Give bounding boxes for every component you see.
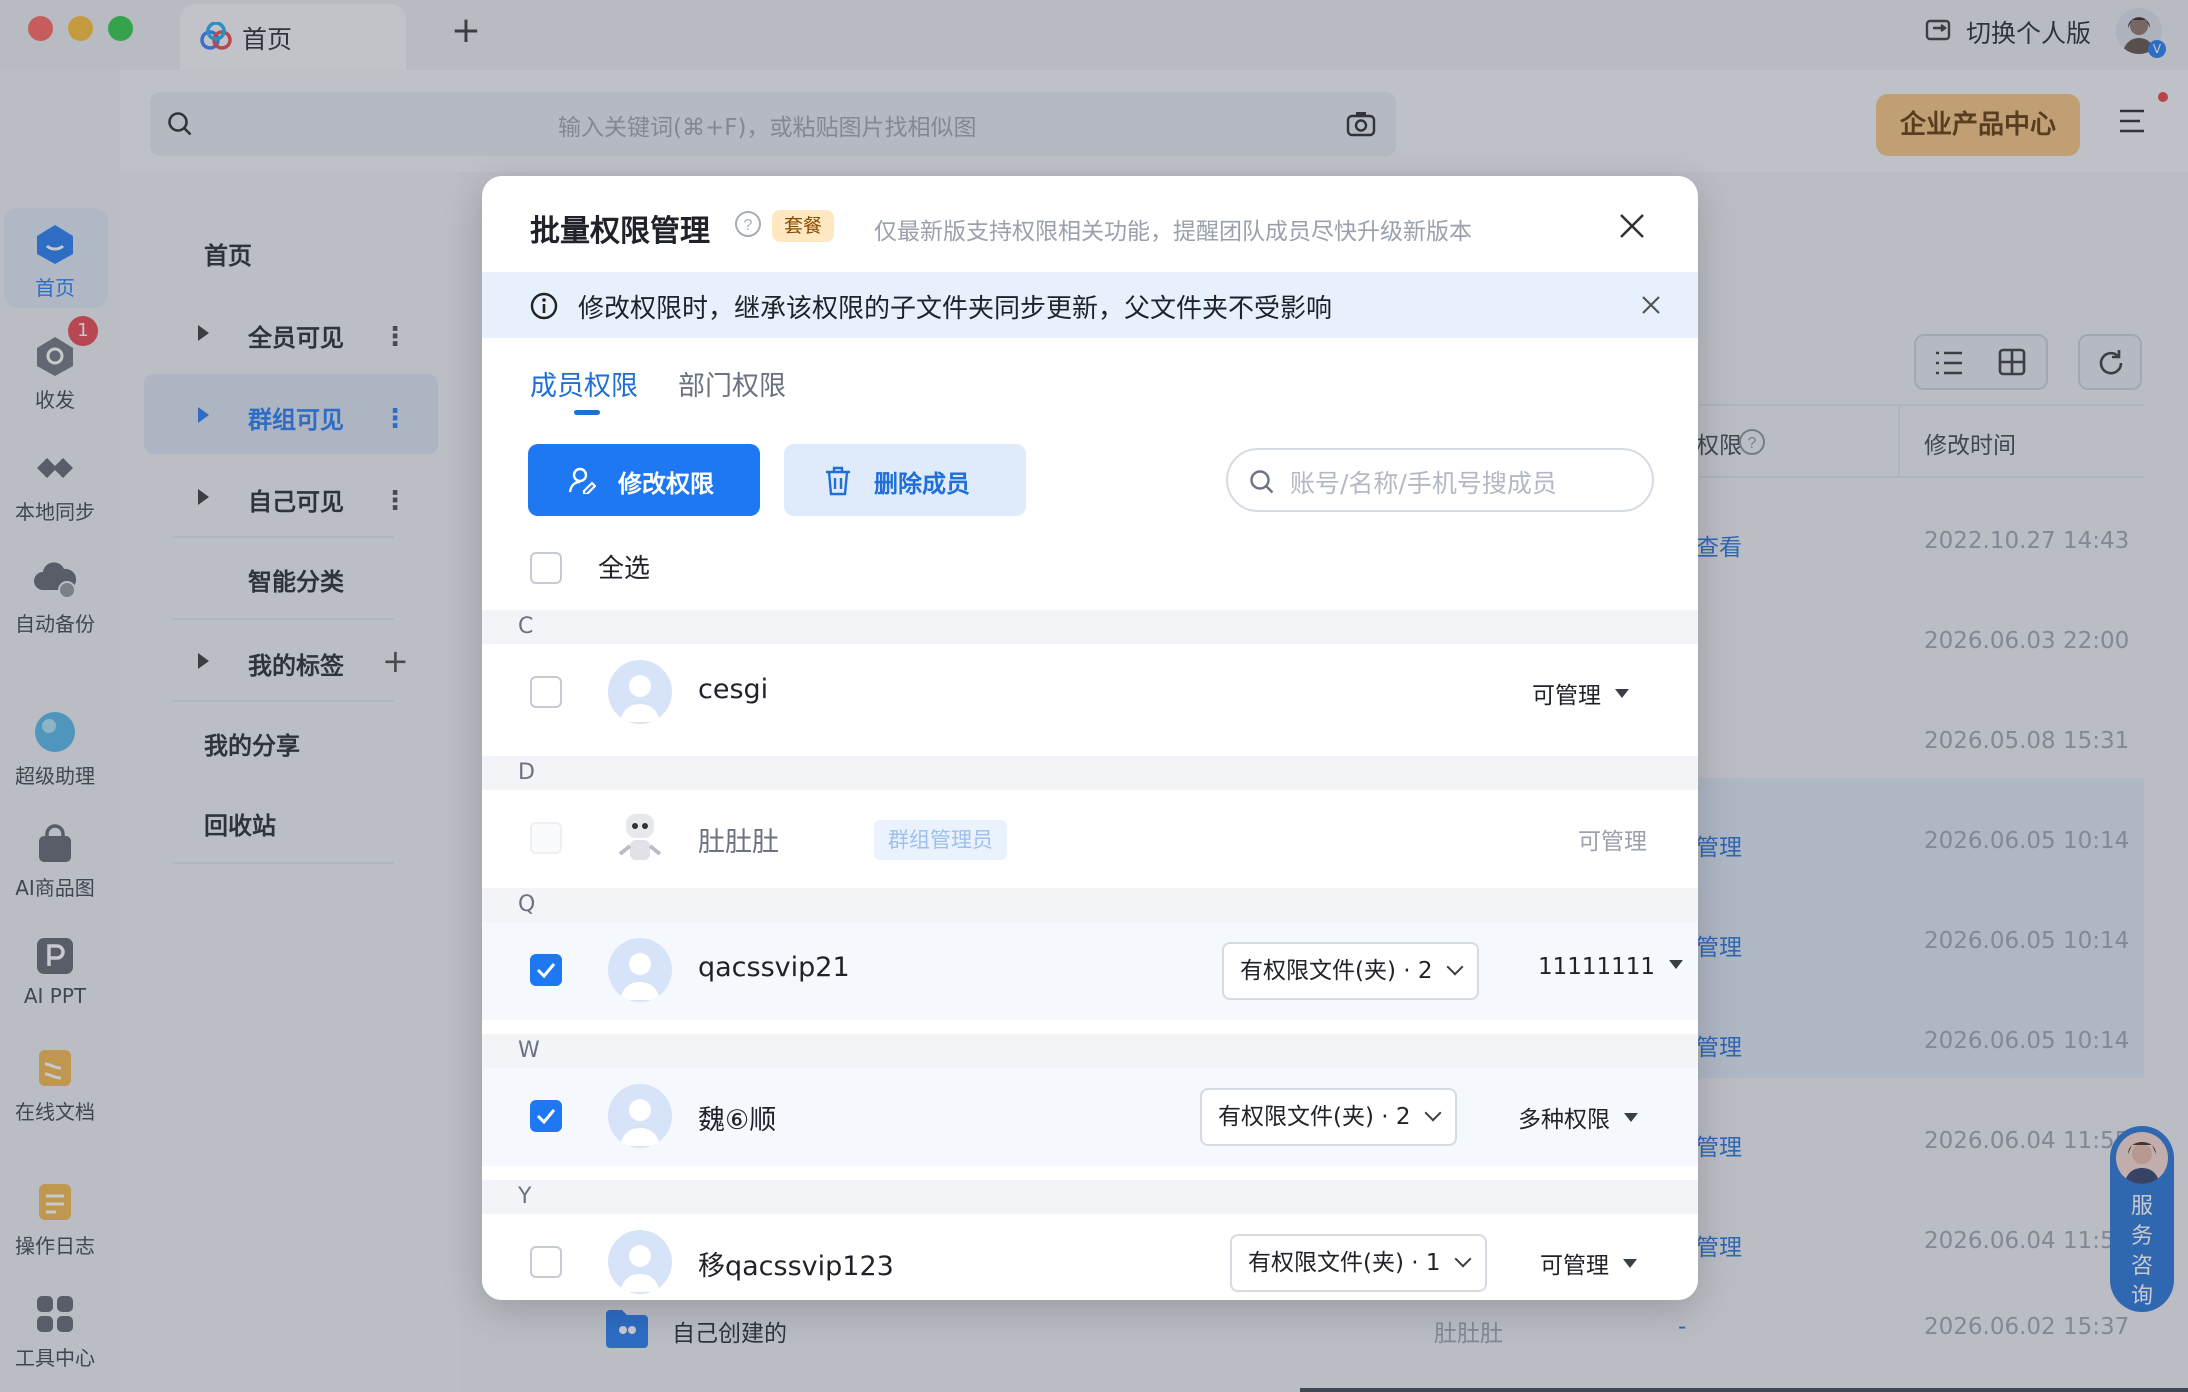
caret-down-icon xyxy=(1623,1259,1637,1268)
folder-permission-value: 有权限文件(夹) · 2 xyxy=(1218,1104,1411,1130)
member-row: 肚肚肚 群组管理员 可管理 xyxy=(482,790,1698,888)
role-badge: 群组管理员 xyxy=(874,820,1007,860)
search-icon xyxy=(1250,470,1274,494)
svg-text:?: ? xyxy=(744,217,753,234)
avatar xyxy=(608,660,672,724)
user-edit-icon xyxy=(568,467,596,494)
delete-member-label: 删除成员 xyxy=(874,470,970,498)
close-notice-icon[interactable] xyxy=(1640,294,1662,316)
robot-avatar xyxy=(608,806,672,870)
member-checkbox[interactable] xyxy=(530,1246,562,1278)
trash-icon xyxy=(826,466,850,496)
avatar xyxy=(608,1230,672,1294)
letter-header-q: Q xyxy=(482,888,1698,922)
member-name: qacssvip21 xyxy=(698,952,850,983)
modify-permission-button[interactable]: 修改权限 xyxy=(528,444,760,516)
check-icon xyxy=(536,1109,556,1125)
member-name: 肚肚肚 xyxy=(698,827,779,858)
caret-down-icon xyxy=(1669,960,1684,969)
member-checkbox-checked[interactable] xyxy=(530,1100,562,1132)
dialog-hint: 仅最新版支持权限相关功能，提醒团队成员尽快升级新版本 xyxy=(874,219,1472,245)
permission-dropdown[interactable]: 可管理 xyxy=(1540,1246,1637,1280)
check-icon xyxy=(536,963,556,979)
member-checkbox[interactable] xyxy=(530,676,562,708)
letter-header-w: W xyxy=(482,1034,1698,1068)
caret-down-icon xyxy=(1624,1113,1638,1122)
permission-value: 多种权限 xyxy=(1518,1107,1610,1133)
member-search-placeholder: 账号/名称/手机号搜成员 xyxy=(1290,469,1557,498)
letter-header-c: C xyxy=(482,610,1698,644)
permission-value: 可管理 xyxy=(1532,683,1601,709)
permission-value: 可管理 xyxy=(1540,1253,1609,1279)
letter-header-d: D xyxy=(482,756,1698,790)
dialog-title: 批量权限管理 xyxy=(530,214,710,249)
chevron-down-icon xyxy=(1454,1250,1472,1268)
folder-permission-select[interactable]: 有权限文件(夹) · 2 xyxy=(1222,942,1479,1000)
caret-down-icon xyxy=(1615,689,1629,698)
member-name: 魏⑥顺 xyxy=(698,1105,777,1136)
folder-permission-select[interactable]: 有权限文件(夹) · 2 xyxy=(1200,1088,1457,1146)
select-all-label: 全选 xyxy=(598,554,651,584)
member-checkbox-disabled xyxy=(530,822,562,854)
active-tab-indicator xyxy=(574,410,600,415)
close-icon[interactable] xyxy=(1618,212,1646,240)
notice-text: 修改权限时，继承该权限的子文件夹同步更新，父文件夹不受影响 xyxy=(578,294,1333,324)
permission-value: 11111111 xyxy=(1538,954,1656,980)
modify-permission-label: 修改权限 xyxy=(618,470,714,498)
chevron-down-icon xyxy=(1446,958,1464,976)
permission-dropdown[interactable]: 可管理 xyxy=(1532,676,1629,710)
info-icon xyxy=(530,292,558,320)
tab-department-permission[interactable]: 部门权限 xyxy=(678,364,786,403)
batch-permission-dialog: 批量权限管理 ? 套餐 仅最新版支持权限相关功能，提醒团队成员尽快升级新版本 修… xyxy=(482,176,1698,1300)
avatar xyxy=(608,1084,672,1148)
delete-member-button[interactable]: 删除成员 xyxy=(784,444,1026,516)
member-name: 移qacssvip123 xyxy=(698,1251,894,1282)
letter-header-y: Y xyxy=(482,1180,1698,1214)
member-name: cesgi xyxy=(698,674,769,705)
member-row[interactable]: cesgi 可管理 xyxy=(482,644,1698,742)
folder-permission-value: 有权限文件(夹) · 2 xyxy=(1240,958,1433,984)
permission-dropdown[interactable]: 多种权限 xyxy=(1518,1100,1638,1134)
tab-member-permission[interactable]: 成员权限 xyxy=(530,364,638,403)
folder-permission-value: 有权限文件(夹) · 1 xyxy=(1248,1250,1441,1276)
plan-badge: 套餐 xyxy=(772,210,835,242)
help-icon[interactable]: ? xyxy=(734,210,762,238)
permission-dropdown[interactable]: 11111111 xyxy=(1538,954,1684,980)
member-row[interactable]: qacssvip21 有权限文件(夹) · 2 11111111 xyxy=(482,922,1698,1020)
member-checkbox-checked[interactable] xyxy=(530,954,562,986)
permission-value-static: 可管理 xyxy=(1578,829,1647,855)
notice-banner: 修改权限时，继承该权限的子文件夹同步更新，父文件夹不受影响 xyxy=(482,272,1698,338)
member-search-input[interactable]: 账号/名称/手机号搜成员 xyxy=(1226,448,1654,512)
member-row[interactable]: 移qacssvip123 有权限文件(夹) · 1 可管理 xyxy=(482,1214,1698,1300)
folder-permission-select[interactable]: 有权限文件(夹) · 1 xyxy=(1230,1234,1487,1292)
select-all-checkbox[interactable] xyxy=(530,552,562,584)
chevron-down-icon xyxy=(1424,1104,1442,1122)
member-row[interactable]: 魏⑥顺 有权限文件(夹) · 2 多种权限 xyxy=(482,1068,1698,1166)
avatar xyxy=(608,938,672,1002)
